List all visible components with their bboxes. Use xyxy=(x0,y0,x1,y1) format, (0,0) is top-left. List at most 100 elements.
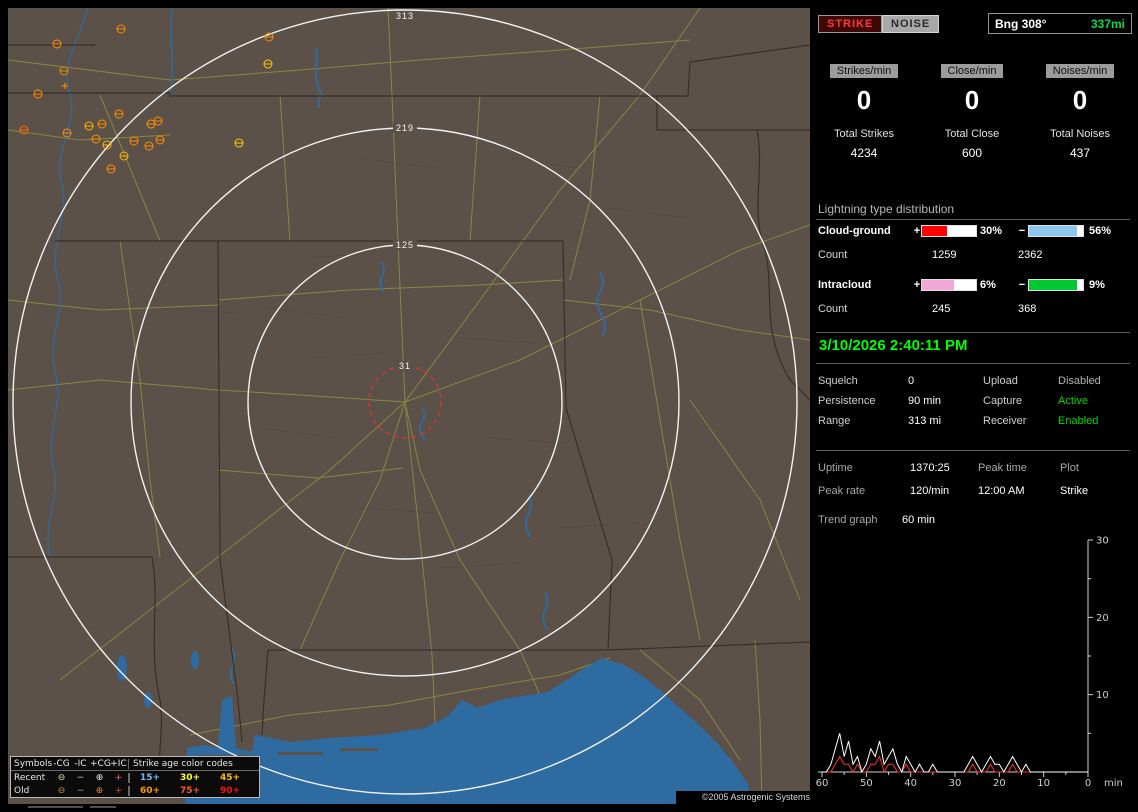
age-code-90: 90+ xyxy=(219,785,241,796)
svg-text:50: 50 xyxy=(860,778,873,789)
age-code-60: 60+ xyxy=(129,785,170,796)
divider xyxy=(816,332,1130,333)
clock-display: 3/10/2026 2:40:11 PM xyxy=(819,337,968,354)
copyright-notice: ©2005 Astrogenic Systems xyxy=(676,791,814,804)
map-panel[interactable]: 313 219 125 31 + Symbols -CG -IC +CG +IC St… xyxy=(8,8,810,804)
age-code-30: 30+ xyxy=(179,772,201,783)
cg-minus-count: 2362 xyxy=(1018,249,1043,261)
cloud-ground-label: Cloud-ground xyxy=(818,225,891,237)
recent-ic-neg-icon: − xyxy=(76,772,85,783)
plus-sign: + xyxy=(913,279,921,291)
recent-ic-pos-icon: + xyxy=(114,772,123,783)
capture-status: Active xyxy=(1058,395,1088,407)
bearing-label: Bng 308° xyxy=(995,16,1047,31)
strikes-per-min-badge[interactable]: Strikes/min xyxy=(829,64,899,78)
noise-toggle-button[interactable]: NOISE xyxy=(882,15,940,33)
ic-minus-count: 368 xyxy=(1018,303,1037,315)
trend-graph-label: Trend graph xyxy=(818,514,878,526)
bearing-readout: Bng 308° 337mi xyxy=(988,13,1132,34)
cg-plus-bar xyxy=(921,225,977,237)
plot-mode-value: Strike xyxy=(1060,485,1089,497)
old-cg-neg-icon: ⊖ xyxy=(57,785,66,796)
trend-graph-window: 60 min xyxy=(902,514,936,526)
count-label: Count xyxy=(818,249,848,261)
old-ic-neg-icon: − xyxy=(76,785,85,796)
age-code-45: 45+ xyxy=(219,772,241,783)
legend-old-row: Old ⊖ − ⊕ + 60+ 75+ 90+ xyxy=(11,784,259,797)
ic-minus-pct: 9% xyxy=(1089,279,1105,291)
peak-time-value: 12:00 AM xyxy=(978,485,1025,497)
persistence-value: 90 min xyxy=(908,395,942,407)
cg-plus-count: 1259 xyxy=(932,249,957,261)
capture-label: Capture xyxy=(983,395,1023,407)
recent-cg-pos-icon: ⊕ xyxy=(95,772,104,783)
range-label: Range xyxy=(818,415,851,427)
squelch-label: Squelch xyxy=(818,375,858,387)
divider xyxy=(816,363,1130,364)
svg-text:60: 60 xyxy=(816,778,828,789)
svg-text:10: 10 xyxy=(1096,690,1109,701)
cg-minus-pct: 56% xyxy=(1089,225,1112,237)
noises-per-min-value: 0 xyxy=(1072,85,1088,115)
strike-toggle-button[interactable]: STRIKE xyxy=(818,15,883,33)
map-canvas[interactable] xyxy=(8,8,810,804)
uptime-value: 1370:25 xyxy=(910,462,950,474)
close-per-min-badge[interactable]: Close/min xyxy=(940,64,1004,78)
strikes-per-min-value: 0 xyxy=(856,85,872,115)
close-column: Close/min 0 Total Close 600 xyxy=(926,62,1018,160)
divider xyxy=(816,450,1130,451)
svg-text:40: 40 xyxy=(904,778,917,789)
ic-plus-bar xyxy=(921,279,977,291)
trend-graph-row: Trend graph 60 min xyxy=(818,514,935,528)
cg-count-row: Count 1259 2362 xyxy=(818,249,1042,262)
cloud-ground-row: Cloud-ground + 30% − 56% xyxy=(818,224,1130,238)
legend-age-title: Strike age color codes xyxy=(128,758,259,769)
ic-count-row: Count 245 368 xyxy=(818,303,1036,316)
total-close-value: 600 xyxy=(961,146,983,160)
ic-plus-count: 245 xyxy=(932,303,951,315)
ic-minus-bar xyxy=(1028,279,1084,291)
legend-header-row: Symbols -CG -IC +CG +IC Strike age color… xyxy=(11,757,259,771)
strike-legend: Symbols -CG -IC +CG +IC Strike age color… xyxy=(10,756,260,798)
distribution-title: Lightning type distribution xyxy=(818,202,955,216)
uptime-row: Uptime 1370:25 Peak time Plot xyxy=(818,462,1130,477)
peak-rate-label: Peak rate xyxy=(818,485,866,497)
uptime-label: Uptime xyxy=(818,462,853,474)
settings-row: Squelch 0 Upload Disabled xyxy=(818,375,1130,390)
svg-text:30: 30 xyxy=(949,778,962,789)
persistence-label: Persistence xyxy=(818,395,876,407)
svg-text:0: 0 xyxy=(1085,778,1091,789)
plus-sign: + xyxy=(913,225,921,237)
legend-col-ic-neg: -IC xyxy=(74,758,87,769)
app-window: 313 219 125 31 + Symbols -CG -IC +CG +IC St… xyxy=(0,0,1138,812)
divider xyxy=(816,219,1130,220)
range-value: 313 mi xyxy=(908,415,942,427)
svg-text:min: min xyxy=(1104,778,1123,789)
intracloud-label: Intracloud xyxy=(818,279,872,291)
count-label: Count xyxy=(818,303,848,315)
old-cg-pos-icon: ⊕ xyxy=(95,785,104,796)
minus-sign: − xyxy=(1018,225,1026,237)
legend-recent-label: Recent xyxy=(14,772,46,783)
bearing-distance: 337mi xyxy=(1090,16,1125,31)
noises-per-min-badge[interactable]: Noises/min xyxy=(1045,64,1115,78)
upload-status: Disabled xyxy=(1058,375,1101,387)
recent-cg-neg-icon: ⊖ xyxy=(57,772,66,783)
receiver-label: Receiver xyxy=(983,415,1027,427)
peak-rate-value: 120/min xyxy=(910,485,950,497)
cg-minus-bar xyxy=(1028,225,1084,237)
svg-text:10: 10 xyxy=(1037,778,1050,789)
settings-row: Range 313 mi Receiver Enabled xyxy=(818,415,1130,430)
strikes-column: Strikes/min 0 Total Strikes 4234 xyxy=(818,62,910,160)
cg-plus-pct: 30% xyxy=(980,225,1003,237)
peak-time-label: Peak time xyxy=(978,462,1027,474)
legend-symbols-title: Symbols xyxy=(14,758,53,769)
sidebar-panel: STRIKE NOISE Bng 308° 337mi Strikes/min … xyxy=(814,0,1134,812)
total-strikes-label: Total Strikes xyxy=(834,128,894,140)
total-close-label: Total Close xyxy=(944,128,1000,140)
window-border-artifact xyxy=(28,806,83,808)
minus-sign: − xyxy=(1018,279,1026,291)
legend-col-cg-neg: -CG xyxy=(53,758,70,769)
total-noises-label: Total Noises xyxy=(1050,128,1110,140)
receiver-status: Enabled xyxy=(1058,415,1099,427)
